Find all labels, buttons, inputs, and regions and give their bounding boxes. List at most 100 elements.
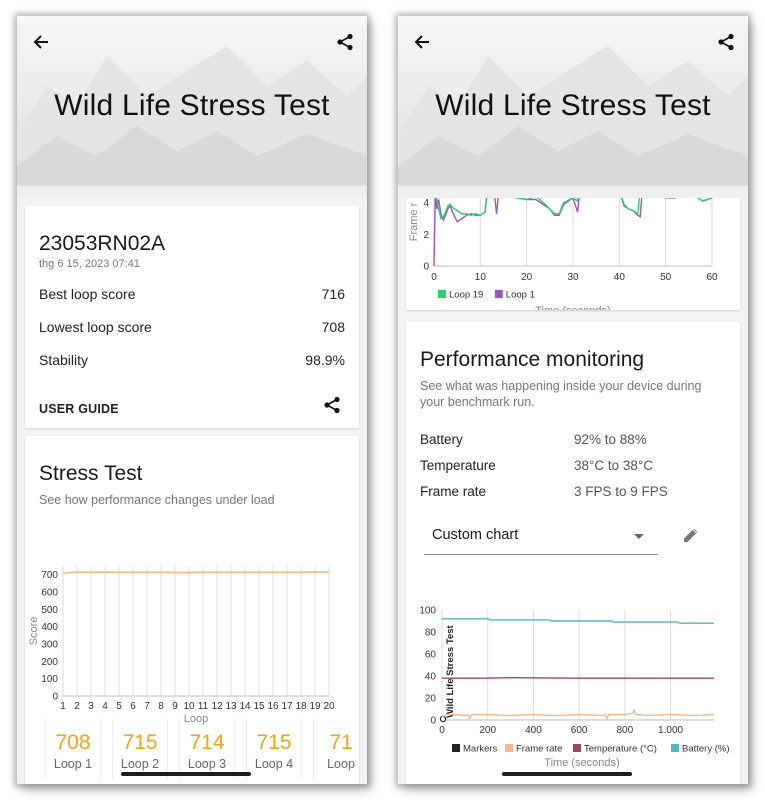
y-tick-label: 100 [419, 606, 436, 617]
legend-swatch [573, 744, 581, 752]
share-button[interactable] [714, 30, 738, 54]
score-line [62, 571, 330, 575]
y-tick-label: 0 [423, 262, 429, 273]
x-tick-label: 20 [521, 272, 533, 283]
performance-card: Performance monitoring See what was happ… [406, 322, 740, 784]
loop-tile[interactable]: 708 Loop 1 [45, 719, 101, 779]
loop-tile[interactable]: 71 Loop [313, 719, 359, 779]
y-tick-label: 100 [41, 674, 58, 685]
x-tick-label: 16 [267, 701, 279, 712]
loop-score: 715 [256, 731, 292, 754]
back-button[interactable] [29, 30, 53, 54]
hero-banner: Wild Life Stress Test [398, 16, 748, 198]
x-tick-label: 13 [225, 701, 237, 712]
page-title: Wild Life Stress Test [435, 89, 711, 122]
share-icon [337, 33, 353, 51]
card-title: Stress Test [39, 462, 143, 485]
x-tick-label: 0 [431, 272, 437, 283]
x-tick-label: 200 [479, 725, 496, 736]
x-tick-label: 0 [439, 725, 445, 736]
y-tick-label: 40 [425, 672, 437, 683]
frame-rate-chart: 0 10 20 30 40 50 60 0 2 4Frame r Loop 19 Loop 1Time… [408, 187, 718, 310]
x-tick-label: 50 [660, 272, 672, 283]
caret-down-icon [634, 534, 644, 539]
x-tick-label: 20 [323, 701, 335, 712]
x-tick-label: 15 [253, 701, 265, 712]
test-date: thg 6 15, 2023 07:41 [39, 258, 140, 270]
loop-label: Loop 3 [187, 757, 227, 771]
stress-test-chart: 1 2 3 4 5 6 7 8 9 10 11 12 13 14 15 16 17 18 19 20010020030… [28, 566, 335, 725]
loop-tile[interactable]: 715 Loop 4 [246, 719, 302, 779]
home-indicator[interactable] [502, 772, 632, 776]
row-value: 708 [321, 319, 345, 335]
chart-type-dropdown[interactable]: Custom chart [424, 518, 658, 555]
x-tick-label: 18 [295, 701, 307, 712]
card-title: Performance monitoring [420, 348, 645, 371]
loop-label: Loop 2 [120, 757, 160, 771]
legend-label: Frame rate [516, 744, 562, 755]
x-tick-label: 5 [116, 701, 122, 712]
x-tick-label: 9 [172, 701, 178, 712]
summary-card: 23053RN02A thg 6 15, 2023 07:41 Best loo… [25, 206, 359, 428]
loop-score: 708 [55, 731, 91, 754]
loop-score: 714 [189, 731, 225, 754]
arrow-left-icon [414, 35, 429, 49]
edit-chart-button[interactable] [682, 526, 700, 549]
y-tick-label: 0 [52, 692, 58, 703]
x-tick-label: 10 [475, 272, 487, 283]
device-name: 23053RN02A [39, 232, 166, 255]
home-indicator[interactable] [121, 772, 251, 776]
loop-score: 71 [329, 731, 353, 754]
share-icon [324, 396, 340, 414]
user-guide-link[interactable]: USER GUIDE [39, 402, 119, 416]
x-tick-label: 40 [614, 272, 626, 283]
stability-row: Stability 98.9% [39, 352, 345, 368]
row-label: Stability [39, 352, 89, 368]
loop-label: Loop 4 [254, 757, 294, 771]
legend-label: Temperature (°C) [584, 744, 657, 755]
x-tick-label: 800 [617, 725, 634, 736]
x-tick-label: 30 [567, 272, 579, 283]
y-tick-label: 500 [41, 605, 58, 616]
x-tick-label: 14 [239, 701, 251, 712]
best-loop-row: Best loop score 716 [39, 286, 345, 302]
loop-tile[interactable]: 715 Loop 2 [112, 719, 168, 779]
metric-label-battery: Battery [420, 432, 463, 447]
y-tick-label: 600 [41, 588, 58, 599]
marker-label: Wild Life Stress Test [445, 625, 456, 718]
y-tick-label: 0 [430, 716, 436, 727]
legend-swatch [438, 290, 446, 298]
share-icon [718, 33, 734, 51]
legend-swatch [452, 744, 460, 752]
stress-test-card: Stress Test See how performance changes … [25, 436, 359, 784]
x-tick-label: 6 [130, 701, 136, 712]
phone-screen-left: Wild Life Stress Test 23053RN02A thg 6 1… [17, 16, 367, 784]
arrow-left-icon [33, 35, 48, 49]
share-result-button[interactable] [323, 396, 341, 419]
y-tick-label: 60 [425, 650, 437, 661]
metric-label-temperature: Temperature [420, 458, 496, 473]
subtitle-line: See what was happening inside your devic… [420, 379, 702, 393]
x-tick-label: 19 [309, 701, 321, 712]
row-value: 716 [321, 286, 345, 302]
lowest-loop-row: Lowest loop score 708 [39, 319, 345, 335]
loop-score: 715 [122, 731, 158, 754]
card-subtitle: See how performance changes under load [39, 493, 275, 507]
x-tick-label: 12 [211, 701, 223, 712]
row-value: 98.9% [305, 352, 345, 368]
loop-tile[interactable]: 714 Loop 3 [179, 719, 235, 779]
legend-label: Loop 19 [449, 290, 483, 301]
x-tick-label: 7 [144, 701, 150, 712]
y-tick-label: 4 [423, 198, 429, 209]
x-tick-label: 1 [60, 701, 66, 712]
frame-rate-card: 0 10 20 30 40 50 60 0 2 4Frame r Loop 19 Loop 1Time… [406, 186, 740, 310]
x-tick-label: 600 [571, 725, 588, 736]
x-axis-title: Time (seconds) [535, 305, 610, 310]
back-button[interactable] [410, 30, 434, 54]
legend-swatch [505, 744, 513, 752]
legend-label: Loop 1 [506, 290, 535, 301]
row-label: Lowest loop score [39, 319, 152, 335]
share-button[interactable] [333, 30, 357, 54]
loop-scores-strip[interactable]: 708 Loop 1 715 Loop 2 714 Loop 3 715 Loo… [45, 719, 359, 779]
x-tick-label: 60 [706, 272, 718, 283]
